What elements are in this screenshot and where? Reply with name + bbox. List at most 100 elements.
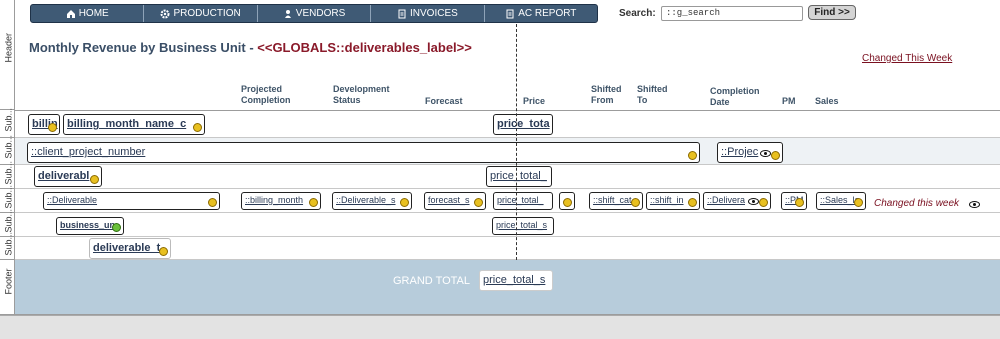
search-input[interactable]: ::g_search: [661, 6, 803, 21]
nav-production-label: PRODUCTION: [173, 8, 241, 19]
magnifier-icon: [795, 198, 804, 207]
field-price-total[interactable]: price_total_: [486, 166, 552, 187]
field-deliverable-total[interactable]: deliverable_t: [89, 238, 171, 259]
part-tab-footer[interactable]: Footer: [0, 260, 15, 315]
field-text: price_total_: [490, 170, 547, 182]
nav-invoices[interactable]: INVOICES: [371, 5, 485, 22]
field-deliverable-name[interactable]: ::Deliverable: [43, 192, 220, 210]
field-sales-label[interactable]: ::Sales_la: [816, 192, 866, 210]
column-header-projected-completion: Projected Completion: [241, 84, 291, 105]
nav-ac-report-label: AC REPORT: [518, 8, 577, 19]
title-text: Monthly Revenue by Business Unit -: [29, 40, 258, 55]
part-tab-label: Header: [3, 32, 14, 62]
part-tab-label: Sub...: [3, 231, 14, 256]
home-icon: [66, 9, 75, 18]
magnifier-icon: [474, 198, 483, 207]
field-delivery-date[interactable]: ::Delivera: [703, 192, 771, 210]
magnifier-icon: [688, 151, 697, 160]
top-nav-bar: HOME PRODUCTION VENDORS INVOICES AC REPO…: [30, 4, 598, 23]
field-deliverable[interactable]: deliverabl: [34, 166, 102, 187]
field-billing[interactable]: billin: [28, 114, 60, 135]
eye-icon: [748, 198, 759, 205]
part-tab-label: Sub...: [3, 208, 14, 232]
magnifier-icon: [48, 123, 57, 132]
magnifier-icon: [771, 151, 780, 160]
part-tab-label: Sub...: [3, 160, 14, 184]
field-text: deliverabl: [38, 170, 90, 182]
magnifier-icon: [759, 198, 768, 207]
magnifier-icon: [631, 198, 640, 207]
part-tab-label: Sub...: [3, 134, 14, 159]
part-tab-label: Footer: [3, 268, 14, 295]
document-icon: [398, 9, 406, 18]
magnifier-icon: [193, 123, 202, 132]
field-billing-month[interactable]: ::billing_month: [241, 192, 321, 210]
nav-vendors[interactable]: VENDORS: [258, 5, 372, 22]
field-text: ::Projec: [721, 146, 759, 158]
nav-ac-report[interactable]: AC REPORT: [485, 5, 597, 22]
field-shift-in[interactable]: ::shift_in: [646, 192, 700, 210]
column-header-price: Price: [523, 96, 546, 106]
nav-home[interactable]: HOME: [31, 5, 145, 22]
magnifier-icon: [854, 198, 863, 207]
part-tab-sub[interactable]: Sub...: [0, 107, 15, 138]
person-icon: [284, 9, 291, 18]
nav-vendors-label: VENDORS: [295, 8, 346, 19]
search-label: Search:: [619, 8, 656, 19]
column-header-completion-date: Completion Date: [710, 86, 760, 107]
column-header-forecast: Forecast: [425, 96, 463, 106]
field-text: business_un: [60, 220, 116, 230]
field-project[interactable]: ::Projec: [717, 142, 783, 163]
column-header-development-status: Development Status: [333, 84, 390, 105]
field-text: forecast_s: [428, 195, 470, 205]
title-global-field: <<GLOBALS::deliverables_label>>: [257, 40, 472, 55]
field-text: price_total_s: [483, 274, 546, 286]
changed-this-week-link[interactable]: Changed This Week: [862, 53, 952, 64]
page-break-guide: [516, 24, 517, 260]
part-tab-header[interactable]: Header: [0, 0, 15, 110]
nav-production[interactable]: PRODUCTION: [144, 5, 258, 22]
part-tab-sub[interactable]: Sub...: [0, 231, 15, 260]
field-text: ::Delivera: [707, 195, 746, 205]
changed-this-week-note: Changed this week: [874, 198, 960, 209]
field-business-unit[interactable]: business_un: [56, 217, 124, 235]
find-button[interactable]: Find >>: [808, 5, 856, 20]
field-text: ::shift_cat: [593, 195, 632, 205]
gear-icon: [160, 9, 170, 18]
column-header-shifted-to: Shifted To: [637, 84, 668, 105]
magnifier-icon: [400, 198, 409, 207]
column-header-pm: PM: [782, 96, 796, 106]
report-layout-canvas: Header Sub... Sub... Sub... Sub... Sub..…: [0, 0, 1000, 339]
grand-total-label: GRAND TOTAL: [393, 275, 471, 287]
field-text: price_total_: [497, 195, 544, 205]
page-title: Monthly Revenue by Business Unit - <<GLO…: [29, 40, 472, 55]
field-text: billing_month_name_c: [67, 118, 187, 130]
magnifier-icon: [208, 198, 217, 207]
field-pm[interactable]: ::PM: [781, 192, 807, 210]
eye-icon[interactable]: [969, 201, 980, 208]
field-text: deliverable_t: [93, 242, 161, 254]
magnifier-icon: [90, 175, 99, 184]
magnifier-icon: [112, 223, 121, 232]
field-text: ::shift_in: [650, 195, 684, 205]
field-text: price_tota: [497, 118, 550, 130]
field-billing-month-name[interactable]: billing_month_name_c: [63, 114, 205, 135]
field-text: ::Deliverable: [47, 195, 98, 205]
part-tab-label: Sub...: [3, 184, 14, 208]
magnifier-icon: [159, 247, 168, 256]
field-price-total[interactable]: price_total_: [493, 192, 553, 210]
field-grand-total-price[interactable]: price_total_s: [479, 270, 553, 291]
field-small-toggle[interactable]: [559, 192, 575, 210]
magnifier-icon: [309, 198, 318, 207]
field-price-total[interactable]: price_tota: [493, 114, 553, 135]
part-tab-label: Sub...: [3, 107, 14, 131]
field-client-project-number[interactable]: ::client_project_number: [27, 142, 700, 163]
nav-invoices-label: INVOICES: [410, 8, 458, 19]
column-header-shifted-from: Shifted From: [591, 84, 622, 105]
field-shift-category[interactable]: ::shift_cat: [589, 192, 643, 210]
field-text: price_total_s: [496, 220, 548, 230]
field-deliverable-status[interactable]: ::Deliverable_s: [332, 192, 412, 210]
field-forecast[interactable]: forecast_s: [424, 192, 486, 210]
document-icon: [506, 9, 514, 18]
field-price-total[interactable]: price_total_s: [492, 217, 554, 235]
